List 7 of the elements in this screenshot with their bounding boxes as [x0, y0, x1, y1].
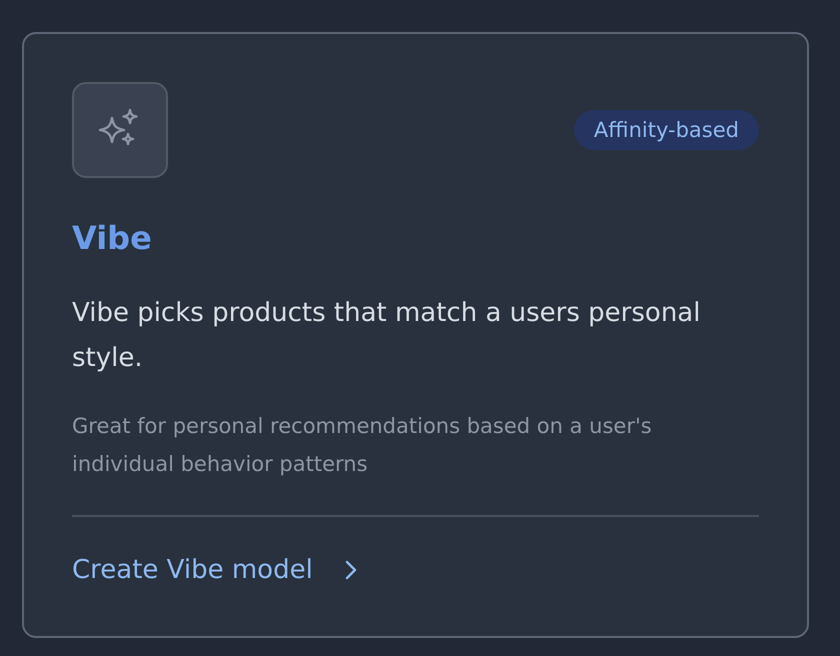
category-badge: Affinity-based: [574, 110, 759, 150]
chevron-right-icon: [344, 560, 357, 580]
card-note: Great for personal recommendations based on a user's individual behavior patterns: [72, 413, 653, 478]
create-model-link[interactable]: Create Vibe model: [72, 552, 357, 588]
sparkles-icon: [72, 82, 168, 178]
card-title: Vibe: [72, 218, 153, 259]
card-description: Vibe picks products that match a users personal style.: [72, 297, 702, 375]
